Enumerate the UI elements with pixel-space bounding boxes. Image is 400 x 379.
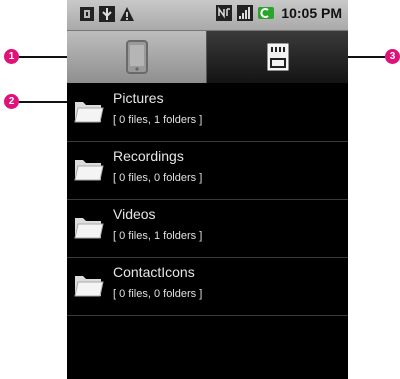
list-item[interactable]: Videos [ 0 files, 1 folders ] xyxy=(67,200,348,258)
callout-2: 2 xyxy=(4,94,19,109)
folder-name: ContactIcons xyxy=(113,264,195,280)
folder-name: Videos xyxy=(113,206,156,222)
folder-meta: [ 0 files, 0 folders ] xyxy=(113,288,203,300)
folder-name: Pictures xyxy=(113,90,164,106)
folder-icon xyxy=(74,160,104,181)
tab-phone-storage[interactable] xyxy=(67,31,207,83)
folder-meta: [ 0 files, 0 folders ] xyxy=(113,172,203,184)
folder-list: Pictures [ 0 files, 1 folders ] Recordin… xyxy=(67,84,348,316)
warning-icon xyxy=(120,7,134,21)
list-item[interactable]: Recordings [ 0 files, 0 folders ] xyxy=(67,142,348,200)
folder-icon xyxy=(74,276,104,297)
signal-icon xyxy=(237,5,254,21)
list-item[interactable]: Pictures [ 0 files, 1 folders ] xyxy=(67,84,348,142)
folder-meta: [ 0 files, 1 folders ] xyxy=(113,114,203,126)
tab-sd-card[interactable] xyxy=(207,31,348,83)
status-time: 10:05 PM xyxy=(281,5,342,21)
status-bar: 10:05 PM xyxy=(67,0,348,31)
storage-tabs xyxy=(67,31,348,83)
folder-name: Recordings xyxy=(113,148,184,164)
folder-icon xyxy=(74,218,104,239)
phone-screen: 10:05 PM Pictures [ 0 files, 1 folders]… xyxy=(67,0,348,379)
folder-meta: [ 0 files, 1 folders ] xyxy=(113,230,203,242)
sdcard-icon xyxy=(267,43,288,71)
network-icon xyxy=(216,5,233,21)
folder-icon xyxy=(74,102,104,123)
callout-3: 3 xyxy=(385,49,400,64)
callout-1: 1 xyxy=(4,49,19,64)
list-item[interactable]: ContactIcons [ 0 files, 0 folders ] xyxy=(67,258,348,316)
phone-icon xyxy=(125,40,148,74)
usb-icon xyxy=(99,6,115,22)
sim-icon xyxy=(80,7,94,21)
battery-icon xyxy=(258,7,275,19)
